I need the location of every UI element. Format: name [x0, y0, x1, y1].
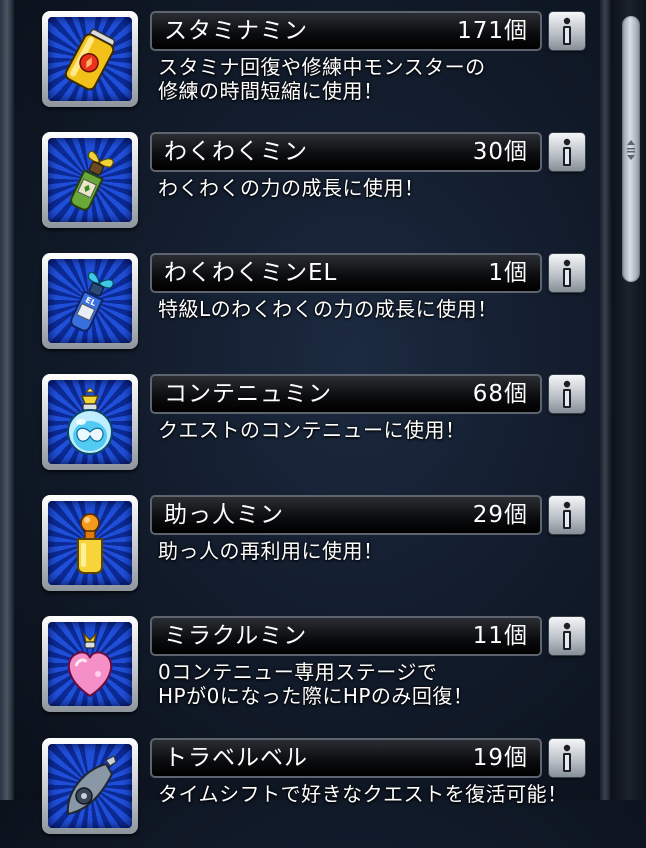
- info-button[interactable]: [548, 495, 586, 535]
- item-description: わくわくの力の成長に使用！: [158, 176, 588, 200]
- info-icon: [563, 380, 571, 408]
- description-line: スタミナ回復や修練中モンスターの: [158, 55, 486, 79]
- right-frame-border: [600, 0, 610, 800]
- list-item[interactable]: コンテニュミン 68個 クエストのコンテニューに使用！: [0, 363, 600, 484]
- item-name: スタミナミン: [164, 18, 308, 44]
- item-description: 0コンテニュー専用ステージで HPが0になった際にHPのみ回復！: [158, 660, 588, 708]
- item-icon-frame: EL: [42, 253, 138, 349]
- info-button[interactable]: [548, 253, 586, 293]
- item-icon-frame: [42, 738, 138, 834]
- info-button[interactable]: [548, 616, 586, 656]
- info-icon: [563, 138, 571, 166]
- item-name-bar: コンテニュミン 68個: [150, 374, 542, 414]
- item-description: 助っ人の再利用に使用！: [158, 539, 588, 563]
- item-count: 30個: [472, 139, 528, 165]
- item-name-bar: 助っ人ミン 29個: [150, 495, 542, 535]
- description-line: クエストのコンテニューに使用！: [158, 418, 466, 442]
- info-icon: [563, 259, 571, 287]
- sprout-bottle-icon: [70, 150, 114, 211]
- item-count: 1個: [488, 260, 528, 286]
- description-line: 修練の時間短縮に使用！: [158, 79, 384, 103]
- item-description: 特級Lのわくわくの力の成長に使用！: [158, 297, 588, 321]
- scrollbar-grip-icon: [624, 138, 638, 162]
- stamina-can-icon: [64, 28, 116, 91]
- list-item[interactable]: トラベルベル 19個 タイムシフトで好きなクエストを復活可能！: [0, 727, 600, 848]
- item-description: スタミナ回復や修練中モンスターの 修練の時間短縮に使用！: [158, 55, 588, 103]
- item-name-bar: わくわくミンEL 1個: [150, 253, 542, 293]
- sprout-bottle-el-icon: EL: [70, 271, 114, 332]
- list-item[interactable]: EL わくわくミンEL 1個 特級Lのわくわくの力の成長に使用！: [0, 242, 600, 363]
- description-line: わくわくの力の成長に使用！: [158, 176, 425, 200]
- info-button[interactable]: [548, 132, 586, 172]
- item-description: クエストのコンテニューに使用！: [158, 418, 588, 442]
- miracle-heart-bottle-icon: [67, 632, 113, 698]
- item-name: トラベルベル: [164, 745, 308, 771]
- item-count: 29個: [472, 502, 528, 528]
- info-button[interactable]: [548, 374, 586, 414]
- item-name: わくわくミンEL: [164, 260, 338, 286]
- item-name: わくわくミン: [164, 139, 308, 165]
- info-button[interactable]: [548, 738, 586, 778]
- item-description: タイムシフトで好きなクエストを復活可能！: [158, 782, 588, 806]
- info-icon: [563, 744, 571, 772]
- description-line: 0コンテニュー専用ステージで: [158, 660, 438, 684]
- list-item[interactable]: スタミナミン 171個 スタミナ回復や修練中モンスターの 修練の時間短縮に使用！: [0, 0, 600, 121]
- info-button[interactable]: [548, 11, 586, 51]
- item-icon-frame: [42, 11, 138, 107]
- list-item[interactable]: わくわくミン 30個 わくわくの力の成長に使用！: [0, 121, 600, 242]
- item-count: 11個: [472, 623, 528, 649]
- description-line: 助っ人の再利用に使用！: [158, 539, 384, 563]
- description-line: 特級Lのわくわくの力の成長に使用！: [158, 297, 498, 321]
- item-icon-frame: [42, 374, 138, 470]
- description-line: HPが0になった際にHPのみ回復！: [158, 684, 474, 708]
- item-icon-frame: [42, 132, 138, 228]
- item-icon-frame: [42, 495, 138, 591]
- item-name: 助っ人ミン: [164, 502, 284, 528]
- item-name-bar: スタミナミン 171個: [150, 11, 542, 51]
- info-icon: [563, 17, 571, 45]
- info-icon: [563, 501, 571, 529]
- item-name-bar: ミラクルミン 11個: [150, 616, 542, 656]
- item-icon-frame: [42, 616, 138, 712]
- item-count: 68個: [472, 381, 528, 407]
- list-item[interactable]: 助っ人ミン 29個 助っ人の再利用に使用！: [0, 484, 600, 605]
- item-count: 171個: [457, 18, 528, 44]
- travel-bell-icon: [66, 755, 117, 816]
- info-icon: [563, 622, 571, 650]
- description-line: タイムシフトで好きなクエストを復活可能！: [158, 782, 568, 806]
- continue-jar-icon: [67, 387, 113, 455]
- item-name: コンテニュミン: [164, 381, 332, 407]
- item-count: 19個: [472, 745, 528, 771]
- list-item[interactable]: ミラクルミン 11個 0コンテニュー専用ステージで HPが0になった際にHPのみ…: [0, 605, 600, 726]
- item-name: ミラクルミン: [164, 623, 308, 649]
- helper-bottle-icon: [77, 513, 103, 574]
- item-name-bar: わくわくミン 30個: [150, 132, 542, 172]
- item-name-bar: トラベルベル 19個: [150, 738, 542, 778]
